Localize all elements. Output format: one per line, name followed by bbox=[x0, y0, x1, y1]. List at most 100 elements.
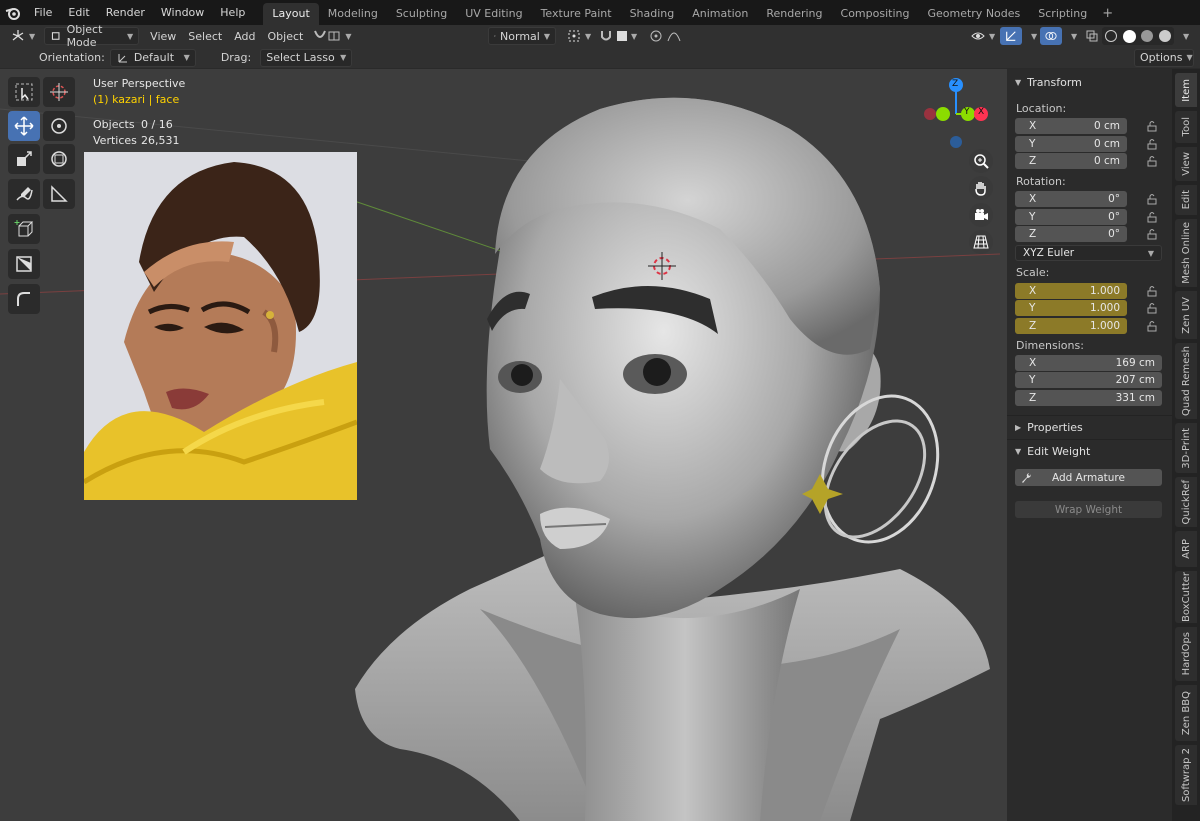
tab-texture-paint[interactable]: Texture Paint bbox=[532, 3, 621, 25]
tab-uv-editing[interactable]: UV Editing bbox=[456, 3, 531, 25]
transform-panel-header[interactable]: ▼ Transform bbox=[1007, 70, 1172, 94]
dimensions-z-field[interactable]: Z 331 cm bbox=[1015, 390, 1162, 406]
scale-y-field[interactable]: Y 1.000 bbox=[1015, 300, 1127, 316]
lock-icon[interactable] bbox=[1146, 211, 1158, 223]
scale-tool[interactable] bbox=[8, 144, 40, 174]
snap-target-dropdown[interactable]: ▼ bbox=[612, 27, 642, 45]
wrap-weight-button[interactable]: Wrap Weight bbox=[1015, 501, 1162, 518]
tab-rendering[interactable]: Rendering bbox=[757, 3, 831, 25]
lock-icon[interactable] bbox=[1146, 193, 1158, 205]
tab-scripting[interactable]: Scripting bbox=[1029, 3, 1096, 25]
tab-shading[interactable]: Shading bbox=[621, 3, 684, 25]
tab-animation[interactable]: Animation bbox=[683, 3, 757, 25]
sidebar-tab-mesh-online[interactable]: Mesh Online bbox=[1175, 219, 1197, 287]
sidebar-tab-boxcutter[interactable]: BoxCutter bbox=[1175, 571, 1197, 623]
lock-icon[interactable] bbox=[1146, 285, 1158, 297]
sidebar-tab-item[interactable]: Item bbox=[1175, 73, 1197, 107]
sidebar-tab-softwrap-2[interactable]: Softwrap 2 bbox=[1175, 745, 1197, 805]
blender-logo-icon[interactable] bbox=[0, 0, 26, 25]
overlays-toggle[interactable] bbox=[1040, 27, 1062, 45]
orientation-dropdown[interactable]: Default ▼ bbox=[109, 48, 196, 67]
rendered-shading-icon[interactable] bbox=[1159, 30, 1172, 42]
add-armature-button[interactable]: Add Armature bbox=[1015, 469, 1162, 486]
sidebar-tab-view[interactable]: View bbox=[1175, 147, 1197, 181]
3d-viewport[interactable]: User Perspective (1) kazari | face Objec… bbox=[0, 69, 1172, 821]
lock-icon[interactable] bbox=[1146, 138, 1158, 150]
lock-icon[interactable] bbox=[1146, 228, 1158, 240]
rotate-tool[interactable] bbox=[43, 111, 75, 141]
shear-tool[interactable] bbox=[8, 284, 40, 314]
tab-compositing[interactable]: Compositing bbox=[832, 3, 919, 25]
edit-weight-panel-header[interactable]: ▼ Edit Weight bbox=[1007, 439, 1172, 463]
menu-window[interactable]: Window bbox=[153, 0, 212, 25]
move-tool[interactable] bbox=[8, 111, 40, 141]
rotation-y-field[interactable]: Y 0° bbox=[1015, 209, 1127, 225]
gizmo-toggle[interactable] bbox=[1000, 27, 1022, 45]
solid-shading-icon[interactable] bbox=[1122, 29, 1136, 43]
sidebar-tab-quad-remesh[interactable]: Quad Remesh bbox=[1175, 343, 1197, 419]
sidebar-tab-tool[interactable]: Tool bbox=[1175, 111, 1197, 143]
rotation-x-field[interactable]: X 0° bbox=[1015, 191, 1127, 207]
tab-modeling[interactable]: Modeling bbox=[319, 3, 387, 25]
menu-edit[interactable]: Edit bbox=[60, 0, 97, 25]
sidebar-tab-quickref[interactable]: QuickRef bbox=[1175, 477, 1197, 527]
editor-type-dropdown[interactable]: ▼ bbox=[6, 27, 40, 45]
transform-tool[interactable] bbox=[43, 144, 75, 174]
lock-icon[interactable] bbox=[1146, 320, 1158, 332]
menu-add[interactable]: Add bbox=[229, 27, 260, 45]
sidebar-tab-zen-uv[interactable]: Zen UV bbox=[1175, 291, 1197, 339]
transform-orientation-dropdown[interactable]: Normal ▼ bbox=[488, 27, 556, 45]
scale-x-field[interactable]: X 1.000 bbox=[1015, 283, 1127, 299]
options-dropdown[interactable]: Options ▼ bbox=[1134, 48, 1194, 67]
menu-render[interactable]: Render bbox=[98, 0, 153, 25]
material-shading-icon[interactable] bbox=[1141, 30, 1154, 42]
zoom-button[interactable] bbox=[969, 149, 993, 173]
annotate-tool[interactable] bbox=[8, 179, 40, 209]
mode-dropdown[interactable]: Object Mode ▼ bbox=[44, 23, 140, 49]
dimensions-y-field[interactable]: Y 207 cm bbox=[1015, 372, 1162, 388]
proportional-falloff-dropdown[interactable] bbox=[662, 27, 686, 45]
chevron-down-icon: ▼ bbox=[543, 31, 550, 41]
sidebar-tab-3d-print[interactable]: 3D-Print bbox=[1175, 423, 1197, 473]
pan-button[interactable] bbox=[969, 176, 993, 200]
sidebar-tab-hardops[interactable]: HardOps bbox=[1175, 627, 1197, 681]
visibility-dropdown[interactable]: ▼ bbox=[966, 27, 1000, 45]
tab-geometry-nodes[interactable]: Geometry Nodes bbox=[918, 3, 1029, 25]
perspective-toggle-button[interactable] bbox=[969, 230, 993, 254]
menu-file[interactable]: File bbox=[26, 0, 60, 25]
sidebar-tab-edit[interactable]: Edit bbox=[1175, 185, 1197, 215]
sidebar-tab-arp[interactable]: ARP bbox=[1175, 531, 1197, 567]
menu-object[interactable]: Object bbox=[263, 27, 309, 45]
add-cube-tool[interactable] bbox=[8, 214, 40, 244]
snap-options-button[interactable]: ▼ bbox=[308, 27, 356, 45]
tab-layout[interactable]: Layout bbox=[263, 3, 319, 25]
camera-view-button[interactable] bbox=[969, 203, 993, 227]
pivot-point-dropdown[interactable]: ▼ bbox=[562, 27, 596, 45]
properties-panel-header[interactable]: ▶ Properties bbox=[1007, 415, 1172, 439]
scale-z-field[interactable]: Z 1.000 bbox=[1015, 318, 1127, 334]
cursor-tool[interactable] bbox=[43, 77, 75, 107]
select-box-tool[interactable] bbox=[8, 77, 40, 107]
sidebar-tab-zen-bbq[interactable]: Zen BBQ bbox=[1175, 685, 1197, 741]
measure-tool[interactable] bbox=[43, 179, 75, 209]
shading-dropdown-chevron[interactable]: ▼ bbox=[1178, 27, 1194, 45]
lock-icon[interactable] bbox=[1146, 302, 1158, 314]
rotation-mode-dropdown[interactable]: XYZ Euler ▼ bbox=[1015, 245, 1162, 261]
tab-sculpting[interactable]: Sculpting bbox=[387, 3, 456, 25]
menu-view[interactable]: View bbox=[145, 27, 181, 45]
location-z-field[interactable]: Z 0 cm bbox=[1015, 153, 1127, 169]
lock-icon[interactable] bbox=[1146, 155, 1158, 167]
add-workspace-button[interactable]: + bbox=[1096, 3, 1119, 25]
menu-select[interactable]: Select bbox=[183, 27, 227, 45]
dimensions-x-field[interactable]: X 169 cm bbox=[1015, 355, 1162, 371]
lock-icon[interactable] bbox=[1146, 120, 1158, 132]
rotation-z-field[interactable]: Z 0° bbox=[1015, 226, 1127, 242]
drag-dropdown[interactable]: Select Lasso X-... ▼ bbox=[260, 48, 353, 67]
wireframe-shading-icon[interactable] bbox=[1104, 30, 1117, 42]
menu-help[interactable]: Help bbox=[212, 0, 253, 25]
xray-toggle[interactable] bbox=[1080, 27, 1104, 45]
reference-image[interactable] bbox=[84, 152, 357, 500]
knife-tool[interactable] bbox=[8, 249, 40, 279]
location-y-field[interactable]: Y 0 cm bbox=[1015, 136, 1127, 152]
location-x-field[interactable]: X 0 cm bbox=[1015, 118, 1127, 134]
